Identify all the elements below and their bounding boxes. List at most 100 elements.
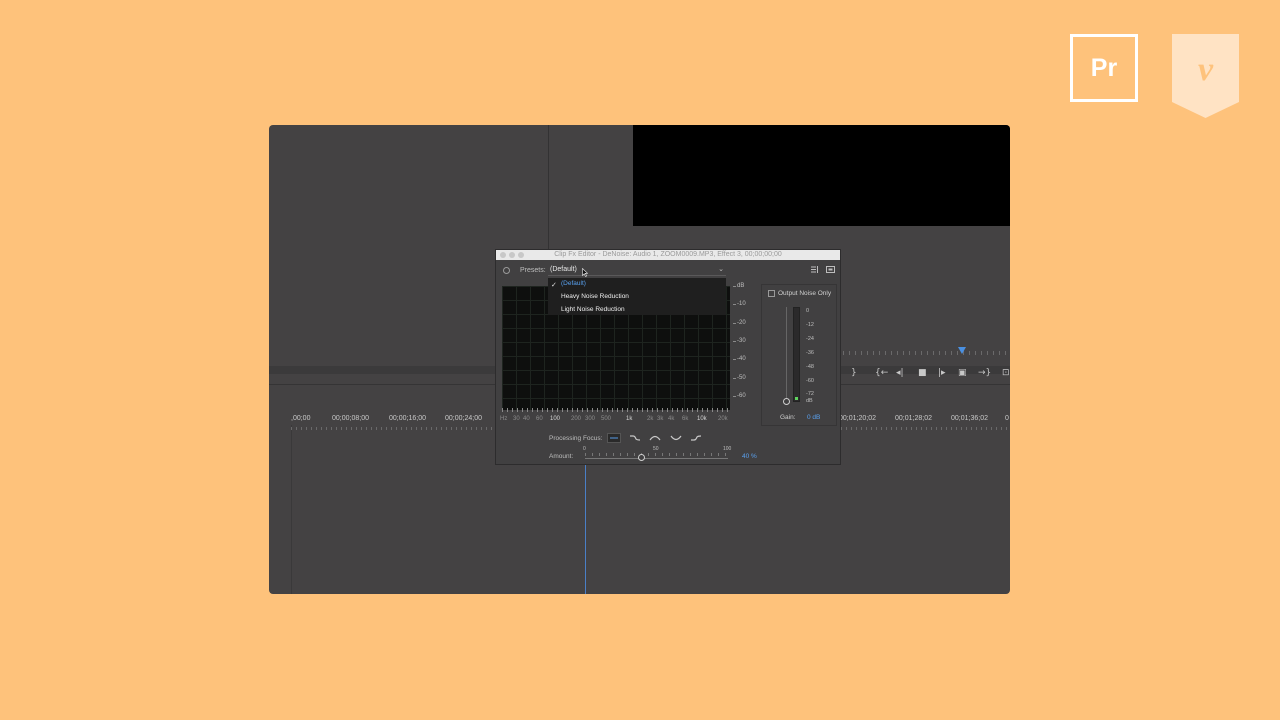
low-high-focus-icon[interactable] [669, 433, 683, 443]
timeline-timecode: 00;00;08;00 [332, 415, 369, 422]
preset-option-heavy-noise-reduction[interactable]: Heavy Noise Reduction [561, 293, 629, 300]
amount-tick-label: 100 [723, 446, 732, 452]
vimeo-logo: v [1172, 34, 1239, 118]
hz-label: 200 [571, 416, 582, 422]
mouse-cursor-icon [582, 268, 588, 277]
db-tick [733, 378, 736, 379]
go-to-in-icon[interactable]: {← [875, 367, 888, 379]
meter-label: 0 [806, 308, 810, 314]
db-label: -10 [737, 301, 746, 307]
preset-option-default[interactable]: (Default) [561, 280, 586, 287]
high-focus-icon[interactable] [689, 433, 703, 443]
hz-label: 10k [697, 416, 707, 422]
meter-label: -72 [806, 391, 814, 397]
meter-label: -36 [806, 350, 814, 356]
safe-margins-icon[interactable]: ▣ [958, 367, 967, 379]
db-tick [733, 286, 736, 287]
timeline-timecode: 00;00;24;00 [445, 415, 482, 422]
frequency-ticks [502, 408, 730, 412]
low-focus-icon[interactable] [628, 433, 642, 443]
hz-label: 6k [682, 416, 689, 422]
output-noise-only-label: Output Noise Only [778, 290, 832, 297]
hz-label: 100 [550, 416, 561, 422]
db-label: -60 [737, 393, 746, 399]
lock-icon[interactable]: ⊡ [1002, 367, 1010, 379]
hz-label: 500 [601, 416, 612, 422]
output-level-meter [793, 307, 800, 402]
db-tick [733, 323, 736, 324]
amount-label: Amount: [549, 453, 574, 460]
amount-tick-label: 50 [653, 446, 659, 452]
db-tick [733, 304, 736, 305]
meter-label: dB [806, 398, 813, 404]
db-label: -40 [737, 356, 746, 362]
gain-slider-track[interactable] [786, 307, 787, 400]
amount-slider-track[interactable] [585, 458, 728, 459]
hz-label: 3k [657, 416, 664, 422]
power-icon[interactable] [503, 267, 510, 274]
processing-focus-label: Processing Focus: [549, 435, 603, 442]
presets-selected-value: (Default) [550, 266, 577, 273]
db-tick [733, 359, 736, 360]
meter-level-fill [795, 397, 798, 400]
gain-value[interactable]: 0 dB [807, 414, 820, 421]
amount-value[interactable]: 40 % [742, 453, 757, 460]
timeline-timecode: 0 [1005, 415, 1009, 422]
hz-label: 300 [585, 416, 596, 422]
dialog-titlebar[interactable]: Clip Fx Editor - DeNoise: Audio 1, ZOOM0… [496, 250, 840, 260]
db-label: -20 [737, 320, 746, 326]
program-monitor[interactable] [633, 125, 1010, 226]
db-scale: dB -10 -20 -30 -40 -50 -60 [733, 283, 753, 413]
hz-label: 30 [513, 416, 520, 422]
meter-label: -48 [806, 364, 814, 370]
db-tick [733, 396, 736, 397]
premiere-window: } {← ◂| ■ |▸ ▣ →} ⊡ ,00;00 00;00;08;00 0… [269, 125, 1010, 594]
meter-label: -24 [806, 336, 814, 342]
timeline-timecode: 00;01;28;02 [895, 415, 932, 422]
gain-slider-knob[interactable] [783, 398, 790, 405]
gain-label: Gain: [780, 414, 796, 421]
amount-tick-label: 0 [583, 446, 586, 452]
timeline-timecode: 00;00;16;00 [389, 415, 426, 422]
step-forward-icon[interactable]: |▸ [938, 367, 946, 379]
save-preset-icon[interactable] [810, 265, 819, 274]
hz-label: 1k [626, 416, 633, 422]
clip-fx-editor-dialog: Clip Fx Editor - DeNoise: Audio 1, ZOOM0… [495, 249, 841, 465]
hz-label: 20k [718, 416, 728, 422]
meter-label: -12 [806, 322, 814, 328]
timeline-timecode: 00;01;36;02 [951, 415, 988, 422]
flat-focus-icon[interactable] [607, 433, 621, 443]
monitor-playhead-marker[interactable] [958, 347, 966, 354]
timeline-playhead[interactable] [585, 465, 586, 594]
amount-slider-knob[interactable] [638, 454, 645, 461]
chevron-down-icon: ⌄ [718, 266, 724, 273]
hz-label: 2k [647, 416, 654, 422]
preset-option-light-noise-reduction[interactable]: Light Noise Reduction [561, 306, 625, 313]
db-label: -30 [737, 338, 746, 344]
mid-focus-icon[interactable] [648, 433, 662, 443]
monitor-ruler[interactable] [843, 351, 1010, 355]
output-noise-only-checkbox[interactable] [768, 290, 775, 297]
delete-preset-icon[interactable] [826, 265, 835, 274]
vimeo-logo-text: v [1198, 51, 1214, 88]
transport-controls: } {← ◂| ■ |▸ ▣ →} ⊡ [847, 367, 1010, 381]
hz-label: 4k [668, 416, 675, 422]
out-point-icon[interactable]: } [851, 367, 857, 379]
presets-label: Presets: [520, 267, 546, 274]
presets-dropdown-menu: ✓ (Default) Heavy Noise Reduction Light … [548, 278, 726, 315]
meter-label: -60 [806, 378, 814, 384]
timeline-timecode: 00;01;20;02 [839, 415, 876, 422]
go-to-out-icon[interactable]: →} [978, 367, 991, 379]
amount-slider-ticks [585, 453, 728, 456]
presets-select[interactable]: (Default) ⌄ [548, 265, 726, 276]
dialog-title: Clip Fx Editor - DeNoise: Audio 1, ZOOM0… [554, 251, 782, 258]
check-icon: ✓ [551, 282, 557, 289]
hz-label: Hz [500, 416, 508, 422]
db-tick [733, 341, 736, 342]
timeline-track-header-edge [291, 425, 292, 594]
db-label: dB [737, 283, 745, 289]
output-panel: Output Noise Only 0 -12 -24 -36 -48 -60 … [761, 284, 837, 426]
step-back-icon[interactable]: ◂| [896, 367, 904, 379]
db-label: -50 [737, 375, 746, 381]
stop-icon[interactable]: ■ [918, 367, 927, 379]
